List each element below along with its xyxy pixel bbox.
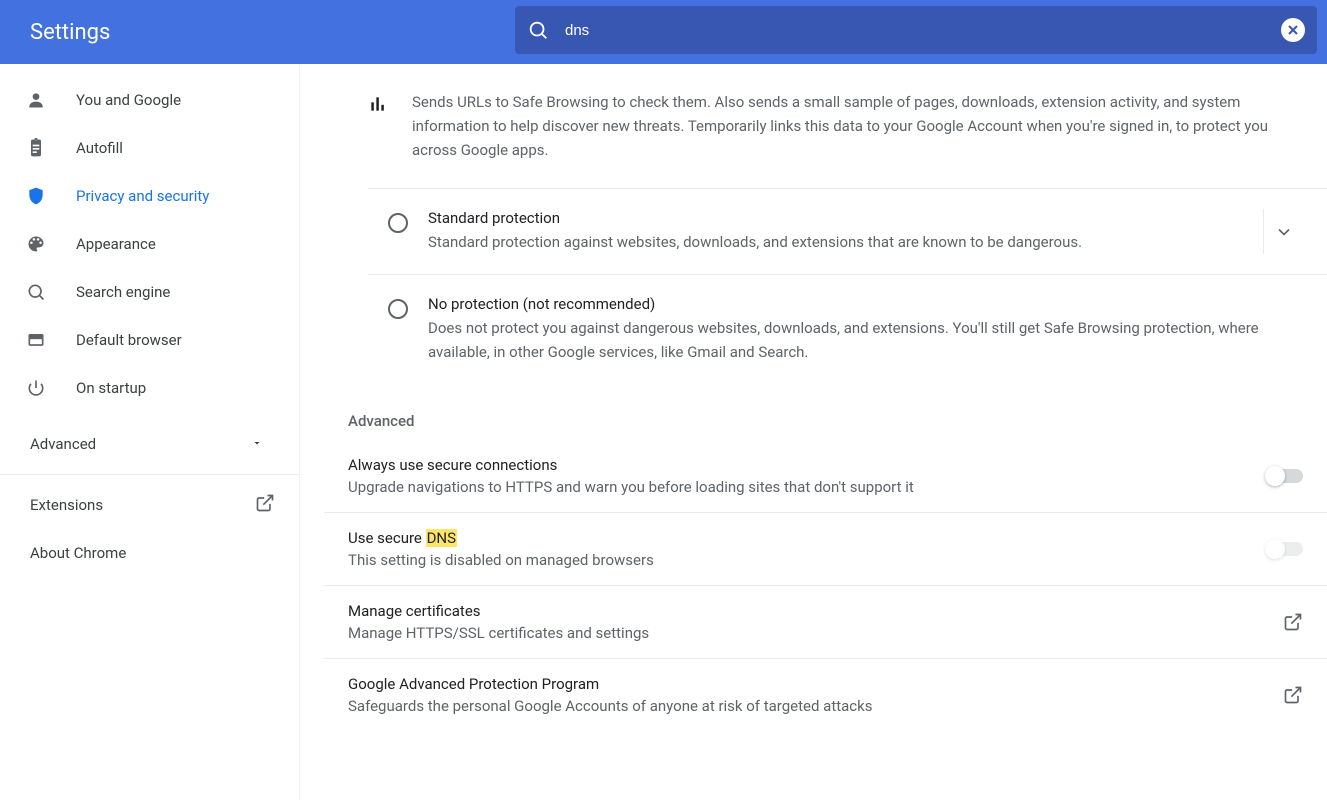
open-external-icon[interactable] xyxy=(1283,612,1303,632)
highlight-dns: DNS xyxy=(426,529,457,547)
sidebar-advanced-toggle[interactable]: Advanced xyxy=(0,420,299,468)
toggle-secure-dns xyxy=(1267,542,1303,556)
radio-no-protection[interactable] xyxy=(388,299,408,319)
search-icon xyxy=(527,19,549,41)
caret-down-icon xyxy=(251,435,263,453)
sidebar-item-privacy-security[interactable]: Privacy and security xyxy=(0,172,299,220)
sidebar-divider xyxy=(0,474,299,475)
sidebar-item-label: You and Google xyxy=(76,91,181,109)
sidebar-item-label: On startup xyxy=(76,379,146,397)
setting-subtitle: Manage HTTPS/SSL certificates and settin… xyxy=(348,624,649,642)
sidebar-item-default-browser[interactable]: Default browser xyxy=(0,316,299,364)
sidebar-about-chrome[interactable]: About Chrome xyxy=(0,529,299,577)
radio-standard[interactable] xyxy=(388,213,408,233)
enhanced-protection-description-row: Sends URLs to Safe Browsing to check the… xyxy=(324,64,1327,188)
setting-subtitle: This setting is disabled on managed brow… xyxy=(348,551,654,569)
sidebar-item-you-and-google[interactable]: You and Google xyxy=(0,76,299,124)
magnifier-icon xyxy=(24,282,48,302)
setting-advanced-protection-program[interactable]: Google Advanced Protection Program Safeg… xyxy=(324,659,1327,731)
page-title: Settings xyxy=(30,20,110,45)
person-icon xyxy=(24,90,48,110)
clipboard-icon xyxy=(24,138,48,158)
sidebar-extensions-label: Extensions xyxy=(30,496,103,514)
sidebar-item-appearance[interactable]: Appearance xyxy=(0,220,299,268)
sidebar-about-label: About Chrome xyxy=(30,544,126,562)
sidebar-item-label: Default browser xyxy=(76,331,182,349)
sidebar-item-label: Autofill xyxy=(76,139,123,157)
option-title: No protection (not recommended) xyxy=(428,295,1303,313)
enhanced-protection-description: Sends URLs to Safe Browsing to check the… xyxy=(412,90,1303,162)
option-no-protection[interactable]: No protection (not recommended) Does not… xyxy=(368,274,1327,384)
open-external-icon xyxy=(255,493,275,517)
setting-always-secure-connections[interactable]: Always use secure connections Upgrade na… xyxy=(324,440,1327,513)
section-advanced-label: Advanced xyxy=(324,384,1327,440)
setting-manage-certificates[interactable]: Manage certificates Manage HTTPS/SSL cer… xyxy=(324,586,1327,659)
sidebar-item-label: Search engine xyxy=(76,283,170,301)
setting-title: Google Advanced Protection Program xyxy=(348,675,873,693)
sidebar-item-on-startup[interactable]: On startup xyxy=(0,364,299,412)
sidebar-extensions[interactable]: Extensions xyxy=(0,481,299,529)
power-icon xyxy=(24,378,48,398)
sidebar-item-label: Privacy and security xyxy=(76,187,209,205)
setting-use-secure-dns: Use secure DNS This setting is disabled … xyxy=(324,513,1327,586)
option-subtitle: Does not protect you against dangerous w… xyxy=(428,317,1303,364)
palette-icon xyxy=(24,234,48,254)
option-title: Standard protection xyxy=(428,209,1251,227)
shield-icon xyxy=(24,186,48,206)
setting-subtitle: Safeguards the personal Google Accounts … xyxy=(348,697,873,715)
setting-title: Manage certificates xyxy=(348,602,649,620)
expand-standard-button[interactable] xyxy=(1263,209,1303,254)
toggle-always-secure[interactable] xyxy=(1267,469,1303,483)
sidebar: You and Google Autofill Privacy and secu… xyxy=(0,64,300,800)
open-external-icon[interactable] xyxy=(1283,685,1303,705)
search-bar[interactable] xyxy=(515,6,1317,54)
header: Settings xyxy=(0,0,1327,64)
sidebar-item-label: Appearance xyxy=(76,235,156,253)
search-input[interactable] xyxy=(549,22,1281,39)
clear-search-button[interactable] xyxy=(1281,18,1305,42)
setting-title: Always use secure connections xyxy=(348,456,914,474)
content-area: Sends URLs to Safe Browsing to check the… xyxy=(300,64,1327,800)
sidebar-advanced-label: Advanced xyxy=(30,435,96,453)
bar-chart-icon xyxy=(368,94,388,114)
browser-icon xyxy=(24,330,48,350)
sidebar-item-autofill[interactable]: Autofill xyxy=(0,124,299,172)
setting-subtitle: Upgrade navigations to HTTPS and warn yo… xyxy=(348,478,914,496)
option-standard-protection[interactable]: Standard protection Standard protection … xyxy=(368,188,1327,274)
option-subtitle: Standard protection against websites, do… xyxy=(428,231,1251,254)
setting-title: Use secure DNS xyxy=(348,529,654,547)
sidebar-item-search-engine[interactable]: Search engine xyxy=(0,268,299,316)
